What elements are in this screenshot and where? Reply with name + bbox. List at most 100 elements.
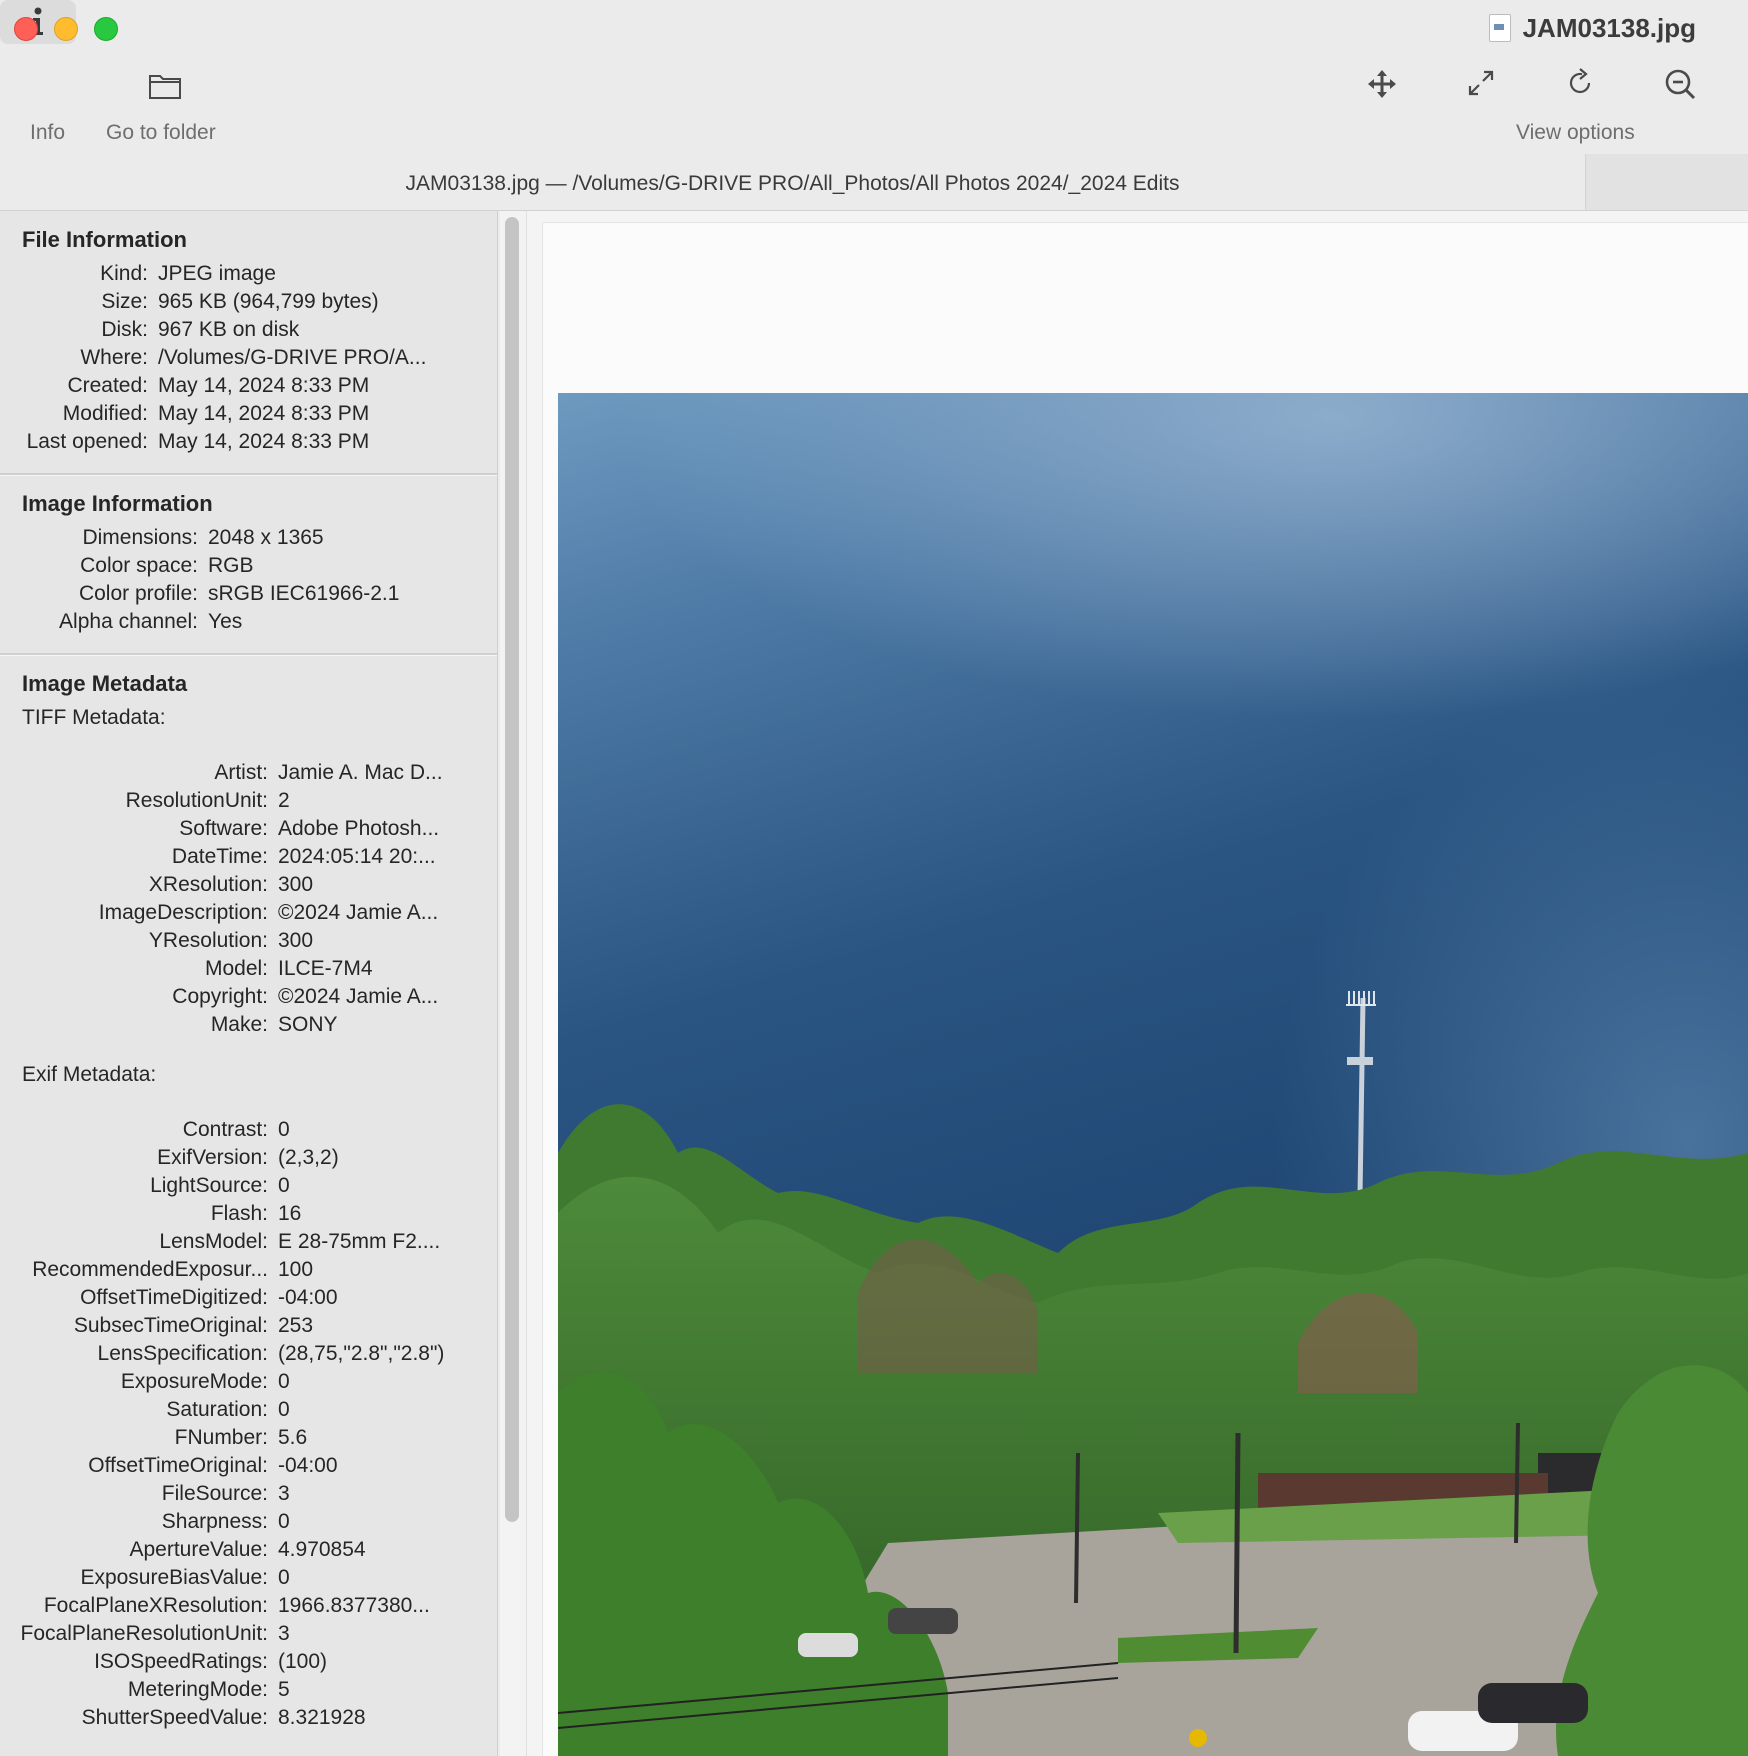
exif-metadata-row: FocalPlaneResolutionUnit: 3	[0, 1620, 497, 1648]
exif-metadata-value: (28,75,"2.8","2.8")	[278, 1342, 445, 1365]
exif-metadata-key: Saturation:	[166, 1398, 268, 1421]
exif-metadata-value: -04:00	[278, 1286, 338, 1309]
toolbar: JAM03138.jpg Info Go to folder View opti…	[0, 0, 1748, 211]
tiff-metadata-row: ImageDescription: ©2024 Jamie A...	[0, 899, 497, 927]
tiff-metadata-row: ResolutionUnit: 2	[0, 787, 497, 815]
tiff-metadata-value: 2024:05:14 20:...	[278, 845, 436, 868]
path-bar-spacer	[1585, 154, 1748, 210]
tiff-metadata-key: Model:	[204, 957, 268, 980]
file-info-value: 967 KB on disk	[158, 318, 300, 341]
tiff-metadata-value: 2	[278, 789, 290, 812]
tiff-metadata-value: Adobe Photosh...	[278, 817, 440, 840]
zoom-out-button[interactable]	[1664, 68, 1696, 100]
rotate-icon	[1569, 68, 1591, 94]
exif-metadata-key: SubsecTimeOriginal:	[73, 1314, 268, 1337]
tiff-metadata-value: ©2024 Jamie A...	[278, 901, 439, 924]
image-info-row: Color space: RGB	[0, 552, 497, 580]
exif-metadata-key: ISOSpeedRatings:	[94, 1650, 268, 1673]
exif-metadata-value: (2,3,2)	[278, 1146, 339, 1169]
exif-metadata-list: Contrast: 0 ExifVersion: (2,3,2) LightSource…	[0, 1116, 497, 1732]
exif-metadata-value: -04:00	[278, 1454, 338, 1477]
exif-metadata-row: Sharpness: 0	[0, 1508, 497, 1536]
tiff-metadata-value: ILCE-7M4	[278, 957, 373, 980]
file-info-value: May 14, 2024 8:33 PM	[158, 374, 370, 397]
exif-metadata-row: Saturation: 0	[0, 1396, 497, 1424]
exif-metadata-heading: Exif Metadata:	[22, 1063, 157, 1086]
tiff-metadata-key: Software:	[179, 817, 268, 840]
file-info-key: Disk:	[101, 318, 148, 341]
exif-metadata-key: FileSource:	[161, 1482, 268, 1505]
exif-metadata-value: 0	[278, 1118, 290, 1141]
tiff-metadata-value: 300	[278, 929, 314, 952]
file-info-row: Last opened: May 14, 2024 8:33 PM	[0, 428, 497, 456]
exif-metadata-key: FocalPlaneXResolution:	[43, 1594, 268, 1617]
tiff-metadata-row: YResolution: 300	[0, 927, 497, 955]
exif-metadata-row: ExposureBiasValue: 0	[0, 1564, 497, 1592]
go-to-folder-button[interactable]	[148, 72, 182, 100]
image-info-value: 2048 x 1365	[208, 526, 324, 549]
info-sidebar: File Information Kind: JPEG image Size: 965…	[0, 211, 498, 1756]
exif-metadata-key: FNumber:	[174, 1426, 268, 1449]
tiff-metadata-key: ResolutionUnit:	[125, 789, 268, 812]
file-info-value: May 14, 2024 8:33 PM	[158, 430, 370, 453]
exif-metadata-value: 0	[278, 1370, 290, 1393]
image-info-value: sRGB IEC61966-2.1	[208, 582, 400, 605]
image-info-key: Dimensions:	[82, 526, 198, 549]
file-info-row: Created: May 14, 2024 8:33 PM	[0, 372, 497, 400]
exif-metadata-value: 16	[278, 1202, 302, 1225]
exif-metadata-row: FNumber: 5.6	[0, 1424, 497, 1452]
exif-metadata-key: OffsetTimeOriginal:	[88, 1454, 268, 1477]
fullscreen-button[interactable]	[1466, 68, 1496, 98]
image-info-value: RGB	[208, 554, 254, 577]
tiff-metadata-key: Make:	[210, 1013, 268, 1036]
file-information-heading: File Information	[22, 227, 187, 252]
exif-metadata-value: 3	[278, 1482, 290, 1505]
file-info-row: Kind: JPEG image	[0, 260, 497, 288]
zoom-out-icon	[1665, 69, 1696, 100]
sidebar-scrollbar-thumb[interactable]	[505, 217, 519, 1522]
move-button[interactable]	[1366, 68, 1398, 100]
file-information-list: Kind: JPEG image Size: 965 KB (964,799 byte…	[0, 260, 497, 456]
tiff-metadata-key: Copyright:	[172, 985, 268, 1008]
exif-metadata-row: FileSource: 3	[0, 1480, 497, 1508]
exif-metadata-value: 5.6	[278, 1426, 308, 1449]
file-info-row: Where: /Volumes/G-DRIVE PRO/A...	[0, 344, 497, 372]
file-info-key: Where:	[80, 346, 148, 369]
image-info-row: Dimensions: 2048 x 1365	[0, 524, 497, 552]
minimize-window-button[interactable]	[54, 17, 78, 41]
tiff-metadata-list: Artist: Jamie A. Mac D... ResolutionUnit: 2…	[0, 759, 497, 1039]
image-info-value: Yes	[208, 610, 243, 633]
exif-metadata-row: Contrast: 0	[0, 1116, 497, 1144]
exif-metadata-value: 0	[278, 1174, 290, 1197]
exif-metadata-row: LensModel: E 28-75mm F2....	[0, 1228, 497, 1256]
exif-metadata-value: 100	[278, 1258, 314, 1281]
image-info-row: Color profile: sRGB IEC61966-2.1	[0, 580, 497, 608]
zoom-window-button[interactable]	[94, 17, 118, 41]
exif-metadata-row: OffsetTimeOriginal: -04:00	[0, 1452, 497, 1480]
exif-metadata-row: ApertureValue: 4.970854	[0, 1536, 497, 1564]
tiff-metadata-row: Model: ILCE-7M4	[0, 955, 497, 983]
image-info-row: Alpha channel: Yes	[0, 608, 497, 636]
exif-metadata-row: SubsecTimeOriginal: 253	[0, 1312, 497, 1340]
photo-preview[interactable]	[558, 393, 1748, 1756]
rotate-button[interactable]	[1566, 67, 1596, 99]
image-info-key: Color space:	[80, 554, 198, 577]
exif-metadata-value: 3	[278, 1622, 290, 1645]
image-metadata-heading: Image Metadata	[22, 671, 188, 696]
file-info-row: Size: 965 KB (964,799 bytes)	[0, 288, 497, 316]
file-info-key: Size:	[101, 290, 148, 313]
exif-metadata-key: OffsetTimeDigitized:	[80, 1286, 268, 1309]
tiff-metadata-key: XResolution:	[148, 873, 268, 896]
exif-metadata-row: ExifVersion: (2,3,2)	[0, 1144, 497, 1172]
exif-metadata-value: 1966.8377380...	[278, 1594, 430, 1617]
preview-window: JAM03138.jpg Info Go to folder View opti…	[0, 0, 1748, 1756]
fullscreen-icon	[1468, 70, 1494, 96]
folder-icon	[149, 75, 181, 99]
exif-metadata-row: LightSource: 0	[0, 1172, 497, 1200]
file-info-key: Kind:	[100, 262, 148, 285]
tiff-metadata-row: XResolution: 300	[0, 871, 497, 899]
exif-metadata-row: ExposureMode: 0	[0, 1368, 497, 1396]
exif-metadata-key: RecommendedExposur...	[32, 1258, 268, 1281]
document-icon	[1488, 14, 1511, 42]
close-window-button[interactable]	[14, 17, 38, 41]
